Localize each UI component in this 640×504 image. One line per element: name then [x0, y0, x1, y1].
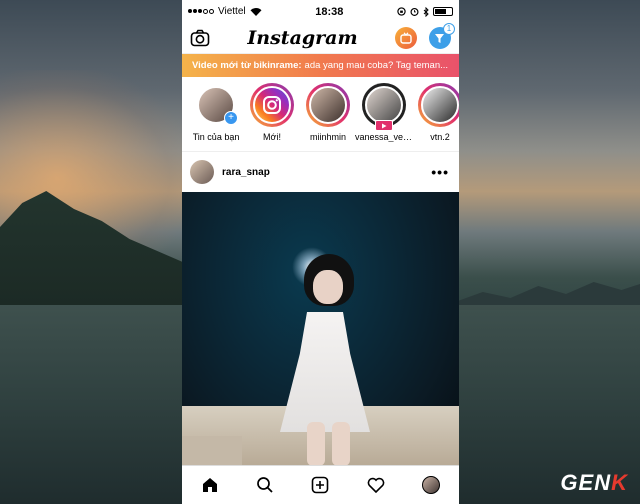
genk-watermark: GENK: [560, 470, 628, 495]
tab-new-post[interactable]: [307, 472, 333, 498]
filter-icon: [435, 33, 445, 43]
wifi-icon: [250, 8, 262, 16]
story-label: vtn.2: [430, 132, 450, 142]
notification-badge: 1: [442, 23, 455, 35]
avatar: [422, 476, 441, 494]
story-vanessa[interactable]: vanessa_ver...: [355, 83, 413, 151]
post-username[interactable]: rara_snap: [222, 167, 270, 178]
tab-activity[interactable]: [363, 472, 389, 498]
status-time: 18:38: [315, 5, 344, 18]
igtv-icon: [400, 32, 412, 44]
igtv-live-icon: [375, 120, 393, 131]
stories-tray: + Tin của bạn Mới! miinhmin vanessa_ver.…: [182, 77, 459, 152]
story-new[interactable]: Mới!: [248, 83, 296, 151]
camera-icon[interactable]: [190, 29, 210, 47]
add-post-icon: [312, 476, 329, 494]
carrier-label: Viettel: [218, 6, 246, 17]
battery-icon: [432, 7, 453, 16]
photo-leg-right: [332, 422, 350, 466]
avatar: [421, 86, 459, 124]
post-header: rara_snap •••: [182, 152, 459, 192]
signal-icon: [188, 9, 214, 14]
home-icon: [202, 478, 217, 492]
new-video-banner[interactable]: Video mới từ bikinrame: ada yang mau cob…: [182, 54, 459, 77]
avatar: [365, 86, 403, 124]
photo-table: [182, 436, 242, 466]
story-vtn2[interactable]: vtn.2: [416, 83, 459, 151]
story-label: Mới!: [263, 132, 281, 142]
story-ring: [418, 83, 459, 127]
post-photo[interactable]: [182, 192, 459, 466]
story-ring: [250, 83, 294, 127]
story-label: vanessa_ver...: [355, 132, 413, 142]
igtv-button[interactable]: [394, 27, 417, 49]
story-ring: +: [194, 83, 238, 127]
story-your-story[interactable]: + Tin của bạn: [192, 83, 240, 151]
more-options-icon[interactable]: •••: [431, 164, 449, 180]
bluetooth-icon: [423, 6, 429, 17]
rotation-lock-icon: [397, 7, 406, 16]
tab-search[interactable]: [252, 472, 278, 498]
direct-message-button[interactable]: 1: [428, 23, 455, 49]
banner-bold-text: Video mới từ bikinrame:: [192, 60, 302, 71]
search-icon: [257, 477, 273, 493]
bottom-tab-bar: [182, 465, 459, 504]
background-mountain-right: [455, 282, 640, 310]
tab-profile[interactable]: [418, 472, 444, 498]
photo-dress: [280, 312, 370, 432]
instagram-logo: Instagram: [247, 27, 358, 49]
app-header: Instagram 1: [182, 23, 459, 54]
story-label: miinhmin: [309, 132, 346, 142]
story-ring: [362, 83, 406, 131]
avatar[interactable]: [190, 160, 214, 184]
avatar: [309, 86, 347, 124]
post-user[interactable]: rara_snap: [190, 160, 270, 184]
add-story-icon: +: [224, 111, 238, 125]
instagram-logo-icon: [253, 86, 291, 124]
photo-leg-left: [307, 422, 325, 466]
story-ring: [306, 83, 350, 127]
tab-home[interactable]: [197, 472, 223, 498]
photo-face: [313, 270, 343, 304]
alarm-icon: [410, 7, 419, 16]
heart-icon: [367, 477, 385, 493]
phone-screen: Viettel 18:38 Instagram 1 Video mới từ b…: [182, 0, 459, 504]
story-label: Tin của bạn: [192, 132, 240, 142]
status-bar: Viettel 18:38: [182, 0, 459, 23]
banner-text: ada yang mau coba? Tag teman...: [304, 60, 449, 71]
story-miinhmin[interactable]: miinhmin: [304, 83, 352, 151]
